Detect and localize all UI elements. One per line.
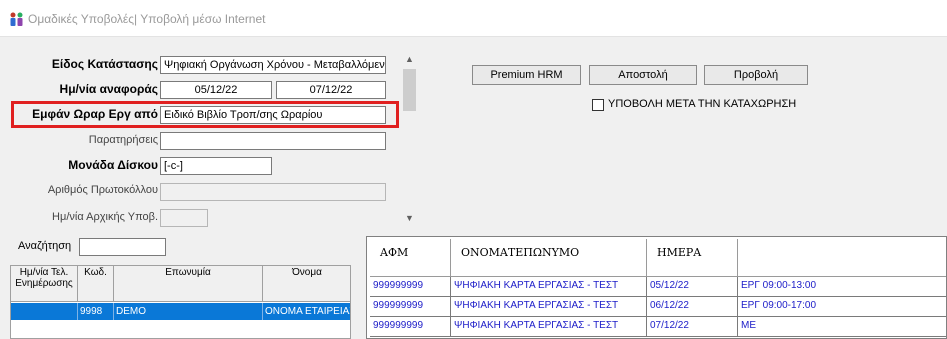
scroll-down-icon[interactable]: ▼ [401,210,418,226]
search-label: Αναζήτηση [18,240,72,252]
cell-info: ΕΡΓ 09:00-17:00 [738,297,946,317]
cell-date [11,303,78,320]
apostoli-button[interactable]: Αποστολή [589,65,697,85]
table-row[interactable]: 999999999 ΨΗΦΙΑΚΗ ΚΑΡΤΑ ΕΡΓΑΣΙΑΣ - ΤΕΣΤ … [367,317,946,337]
cell-afm: 999999999 [370,277,451,297]
col-header-imera[interactable]: ΗΜΕΡΑ [647,239,738,277]
search-input[interactable] [79,238,166,256]
date-label: Ημ/νία αναφοράς [59,82,158,96]
cell-info: ΜΕ [738,317,946,337]
table-row[interactable]: 9998 DEMO ΟΝΟΜΑ ΕΤΑΙΡΕΙΑΣ [11,303,350,320]
ypovoli-checkbox[interactable] [592,99,604,111]
col-header-afm[interactable]: ΑΦΜ [370,239,451,277]
cell-onomateponymo: ΨΗΦΙΑΚΗ ΚΑΡΤΑ ΕΡΓΑΣΙΑΣ - ΤΕΣΤ [451,277,647,297]
cell-code: 9998 [78,303,114,320]
cell-imera: 07/12/22 [647,317,738,337]
premium-hrm-button[interactable]: Premium HRM [472,65,581,85]
cell-name: DEMO [114,303,263,320]
cell-afm: 999999999 [370,317,451,337]
ypovoli-checkbox-label: ΥΠΟΒΟΛΗ ΜΕΤΑ ΤΗΝ ΚΑΤΑΧΩΡΗΣΗ [608,98,797,110]
table-row[interactable]: 999999999 ΨΗΦΙΑΚΗ ΚΑΡΤΑ ΕΡΓΑΣΙΑΣ - ΤΕΣΤ … [367,297,946,317]
monada-input[interactable]: [-c-] [160,157,272,175]
highlight-box [11,101,399,128]
eidos-select[interactable]: Ψηφιακή Οργάνωση Χρόνου - Μεταβαλλόμενι [160,56,386,74]
cell-imera: 06/12/22 [647,297,738,317]
parat-label: Παρατηρήσεις [88,134,158,146]
col-header-code[interactable]: Κωδ. [78,266,114,302]
provoli-button[interactable]: Προβολή [704,65,808,85]
cell-onomateponymo: ΨΗΦΙΑΚΗ ΚΑΡΤΑ ΕΡΓΑΣΙΑΣ - ΤΕΣΤ [451,297,647,317]
parat-input[interactable] [160,132,386,150]
col-header-info[interactable] [738,239,946,277]
app-people-icon [10,12,23,26]
cell-info: ΕΡΓ 09:00-13:00 [738,277,946,297]
employees-grid: ΑΦΜ ΟΝΟΜΑΤΕΠΩΝΥΜΟ ΗΜΕΡΑ 999999999 ΨΗΦΙΑΚ… [366,236,947,339]
arxiki-input [160,209,208,227]
protokollo-label: Αριθμός Πρωτοκόλλου [47,184,158,196]
companies-grid: Ημ/νία Τελ. Ενημέρωσης Κωδ. Επωνυμία Όνο… [10,265,351,339]
col-header-date[interactable]: Ημ/νία Τελ. Ενημέρωσης [11,266,78,302]
protokollo-input [160,183,386,201]
monada-label: Μονάδα Δίσκου [68,158,158,172]
col-header-onoma[interactable]: Όνομα [263,266,350,302]
date-from-input[interactable]: 05/12/22 [160,81,272,99]
cell-onomateponymo: ΨΗΦΙΑΚΗ ΚΑΡΤΑ ΕΡΓΑΣΙΑΣ - ΤΕΣΤ [451,317,647,337]
eidos-label: Είδος Κατάστασης [51,57,158,71]
scroll-up-icon[interactable]: ▲ [401,51,418,67]
cell-afm: 999999999 [370,297,451,317]
cell-onoma: ΟΝΟΜΑ ΕΤΑΙΡΕΙΑΣ [263,303,350,320]
window-title: Ομαδικές Υποβολές| Υποβολή μέσω Internet [28,12,266,26]
scroll-thumb[interactable] [403,69,416,111]
arxiki-label: Ημ/νία Αρχικής Υποβ. [52,211,158,223]
col-header-onomateponymo[interactable]: ΟΝΟΜΑΤΕΠΩΝΥΜΟ [451,239,647,277]
table-row[interactable]: 999999999 ΨΗΦΙΑΚΗ ΚΑΡΤΑ ΕΡΓΑΣΙΑΣ - ΤΕΣΤ … [367,277,946,297]
col-header-name[interactable]: Επωνυμία [114,266,263,302]
date-to-input[interactable]: 07/12/22 [276,81,386,99]
cell-imera: 05/12/22 [647,277,738,297]
